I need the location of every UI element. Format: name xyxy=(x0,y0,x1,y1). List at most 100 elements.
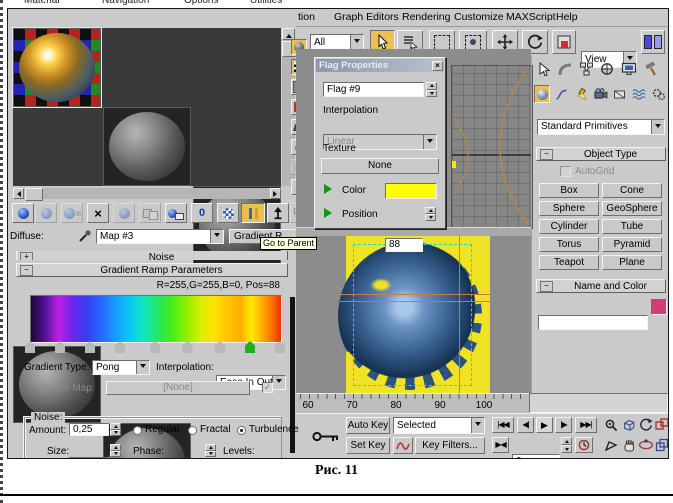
primitive-box-button[interactable]: Box xyxy=(539,183,599,198)
phase-spinner[interactable] xyxy=(205,444,216,457)
flag-properties-dialog[interactable]: Flag Properties × Flag #9 Interpolation … xyxy=(314,57,446,252)
current-frame-field[interactable]: 0 xyxy=(512,454,560,458)
field-of-view-icon[interactable] xyxy=(637,417,654,433)
previous-frame-button[interactable]: ◀| xyxy=(517,417,534,433)
object-color-swatch[interactable] xyxy=(651,299,667,315)
cameras-icon[interactable] xyxy=(592,85,608,103)
curve-icon-button[interactable] xyxy=(393,437,413,454)
geometry-icon[interactable] xyxy=(534,85,551,103)
menu-rendering[interactable]: Rendering xyxy=(402,11,450,23)
gradient-flag[interactable] xyxy=(150,341,160,353)
gradient-flag[interactable] xyxy=(25,341,35,353)
gradient-flag[interactable] xyxy=(215,341,225,353)
make-material-copy-icon[interactable] xyxy=(113,203,135,223)
object-type-rollout[interactable]: − Object Type xyxy=(536,147,666,161)
size-field[interactable]: 0.84 xyxy=(69,457,109,458)
scroll-right-arrow[interactable] xyxy=(270,188,281,199)
pan-hand-icon[interactable] xyxy=(620,437,637,453)
systems-icon[interactable] xyxy=(651,85,667,103)
primitive-tube-button[interactable]: Tube xyxy=(602,219,662,234)
primitive-plane-button[interactable]: Plane xyxy=(602,255,662,270)
chevron-down-icon[interactable] xyxy=(423,135,436,149)
zoom-icon[interactable] xyxy=(602,417,619,433)
position-expand-icon[interactable] xyxy=(324,208,337,218)
get-material-icon[interactable] xyxy=(12,203,34,223)
display-tab-icon[interactable] xyxy=(620,60,638,78)
scroll-left-arrow[interactable] xyxy=(13,188,24,199)
put-material-to-scene-icon[interactable] xyxy=(35,203,57,223)
gradient-flag[interactable] xyxy=(275,341,285,353)
mirror-button[interactable] xyxy=(641,30,665,54)
menu-graph-editors[interactable]: Graph Editors xyxy=(334,11,399,23)
go-to-start-button[interactable]: |◀◀ xyxy=(492,417,514,433)
size-spinner[interactable] xyxy=(110,444,121,457)
menu-utilities[interactable]: Utilities xyxy=(250,0,282,6)
menu-navigation[interactable]: Navigation xyxy=(102,0,149,6)
maximize-viewport-icon[interactable] xyxy=(653,437,668,453)
primitive-geosphere-button[interactable]: GeoSphere xyxy=(602,201,662,216)
hierarchy-tab-icon[interactable] xyxy=(578,60,594,78)
time-configuration-icon[interactable] xyxy=(575,437,593,453)
noise-regular-radio[interactable]: Regular xyxy=(133,425,180,435)
set-key-button[interactable]: Set Key xyxy=(346,437,390,454)
gradient-flag[interactable] xyxy=(115,341,125,353)
menu-maxscript[interactable]: MAXScript xyxy=(506,11,556,23)
dialog-titlebar[interactable]: Flag Properties × xyxy=(316,59,444,72)
map-name-dropdown[interactable]: Map #3 xyxy=(96,229,224,244)
show-end-result-icon[interactable] xyxy=(241,203,265,223)
go-to-parent-icon[interactable] xyxy=(267,203,289,223)
chevron-down-icon[interactable] xyxy=(350,35,363,50)
gradient-flag[interactable] xyxy=(245,341,255,353)
close-icon[interactable]: × xyxy=(432,60,443,71)
chevron-down-icon[interactable] xyxy=(136,361,149,374)
modify-tab-icon[interactable] xyxy=(557,60,573,78)
chevron-down-icon[interactable] xyxy=(471,418,484,433)
gradient-ramp-rollout[interactable]: − Gradient Ramp Parameters xyxy=(16,263,288,277)
name-color-rollout[interactable]: − Name and Color xyxy=(536,279,666,293)
source-map-checkbox[interactable] xyxy=(262,382,273,393)
play-button[interactable]: ▶ xyxy=(536,417,553,433)
frame-spinner[interactable] xyxy=(561,437,572,453)
chevron-down-icon[interactable] xyxy=(210,230,223,243)
gradient-type-dropdown[interactable]: Pong xyxy=(92,360,150,375)
material-effects-channel-icon[interactable]: 0 xyxy=(191,203,213,223)
key-mode-dropdown[interactable]: Selected xyxy=(393,417,485,434)
primitive-sphere-button[interactable]: Sphere xyxy=(539,201,599,216)
primitive-teapot-button[interactable]: Teapot xyxy=(539,255,599,270)
lights-icon[interactable] xyxy=(573,85,589,103)
primitive-category-dropdown[interactable]: Standard Primitives xyxy=(537,119,665,135)
primitive-pyramid-button[interactable]: Pyramid xyxy=(602,237,662,252)
flag-color-swatch[interactable] xyxy=(385,183,437,199)
menu-material[interactable]: Material xyxy=(24,0,60,6)
arc-rotate-icon[interactable] xyxy=(637,437,654,453)
noise-fractal-radio[interactable]: Fractal xyxy=(188,425,231,435)
noise-rollout-clipped[interactable]: + Noise xyxy=(16,251,288,260)
color-expand-icon[interactable] xyxy=(324,184,337,194)
flag-name-spinner[interactable] xyxy=(426,82,437,97)
viewport-top[interactable] xyxy=(451,65,533,229)
auto-key-button[interactable]: Auto Key xyxy=(346,417,390,434)
palette-hscrollbar[interactable] xyxy=(13,188,281,201)
flag-name-field[interactable]: Flag #9 xyxy=(323,82,424,97)
gradient-flag[interactable] xyxy=(55,341,65,353)
primitive-cylinder-button[interactable]: Cylinder xyxy=(539,219,599,234)
zoom-extents-icon[interactable] xyxy=(620,417,637,433)
menu-animation-clipped[interactable]: tion xyxy=(298,11,315,23)
zoom-all-icon[interactable] xyxy=(653,417,668,433)
go-to-end-button[interactable]: ▶▶| xyxy=(575,417,597,433)
menu-help[interactable]: Help xyxy=(556,11,578,23)
toolbar-clipped-icon[interactable] xyxy=(668,30,669,54)
amount-spinner[interactable] xyxy=(110,423,121,436)
menu-customize[interactable]: Customize xyxy=(454,11,504,23)
make-unique-icon[interactable] xyxy=(139,203,161,223)
utilities-tab-icon[interactable] xyxy=(643,60,659,78)
gradient-flag[interactable] xyxy=(85,341,95,353)
show-map-in-viewport-icon[interactable] xyxy=(217,203,239,223)
next-frame-button[interactable]: |▶ xyxy=(555,417,572,433)
assign-material-to-selection-icon[interactable] xyxy=(61,203,83,223)
helpers-icon[interactable] xyxy=(612,85,628,103)
motion-tab-icon[interactable] xyxy=(599,60,615,78)
autogrid-checkbox[interactable] xyxy=(560,166,571,177)
put-to-library-icon[interactable] xyxy=(165,203,187,223)
select-and-scale-button[interactable] xyxy=(552,30,576,54)
